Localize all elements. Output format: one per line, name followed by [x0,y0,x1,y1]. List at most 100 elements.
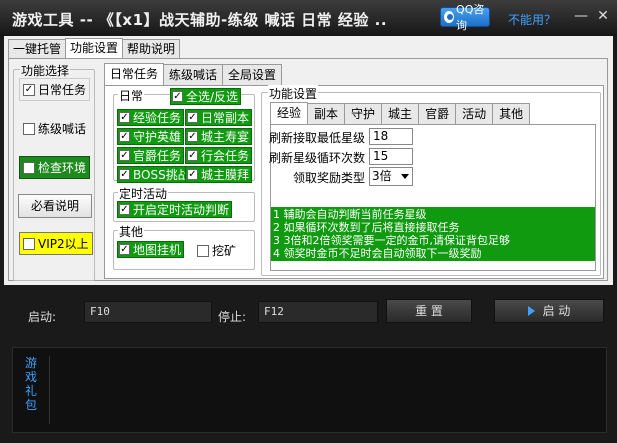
function-settings-group: 功能设置 经验 副本 守护 城主 官爵 活动 其他 刷新接取最低星级 18 刷新… [261,85,601,276]
checkbox-checked-icon: ✓ [119,150,130,161]
main-panel: 一键托管 功能设置 帮助说明 功能选择 ✓ 日常任务 练级喊话 检查环境 必看说… [4,36,613,285]
cant-use-link[interactable]: 不能用？ [508,11,556,28]
timed-activity-checkbox[interactable]: ✓ 开启定时活动判断 [117,201,233,218]
control-bar: 启动: F10 停止: F12 重 置 启 动 [0,296,617,336]
start-button[interactable]: 启 动 [494,299,604,323]
daily-task-label: 日常任务 [38,83,87,97]
function-select-legend: 功能选择 [20,62,71,79]
checkbox-checked-icon: ✓ [119,204,130,215]
qq-icon [444,11,455,23]
level-shout-checkbox[interactable]: 练级喊话 [19,117,90,140]
dig-label: 挖矿 [212,244,237,258]
task-lord-worship-label: 城主膜拜 [201,168,250,182]
check-env-checkbox[interactable]: 检查环境 [19,156,91,179]
tab-rank[interactable]: 官爵 [418,103,457,124]
tab-help[interactable]: 帮助说明 [122,39,181,58]
reset-button[interactable]: 重 置 [386,299,472,323]
select-all-label: 全选/反选 [186,90,239,104]
must-read-button[interactable]: 必看说明 [18,194,92,218]
vip-label: VIP2以上 [38,237,89,251]
task-exp-checkbox[interactable]: ✓ 经验任务 [117,109,185,126]
tab-guard[interactable]: 守护 [344,103,383,124]
tab-activity[interactable]: 活动 [455,103,494,124]
checkbox-empty-icon [197,244,209,257]
checkbox-checked-icon: ✓ [187,131,198,142]
task-daily-dungeon-checkbox[interactable]: ✓ 日常副本 [185,109,253,126]
daily-legend: 日常 [118,87,145,104]
qq-consult-button[interactable]: QQ咨询 [440,3,490,32]
tab-exp[interactable]: 经验 [270,102,309,125]
other-group: 其他 ✓ 地图挂机 挖矿 [113,223,255,270]
task-guild-label: 行会任务 [201,149,250,163]
task-lord-banquet-label: 城主寿宴 [201,130,250,144]
checkbox-checked-icon: ✓ [172,91,183,102]
note-line: 4 领奖时金币不足时会自动领取下一级奖励 [273,247,482,260]
window-title: 游戏工具 -- 《【x1】战天辅助-练级 喊话 日常 经验 .. [12,11,388,29]
tab-dungeon[interactable]: 副本 [307,103,346,124]
refresh-loop-label: 刷新星级循环次数 [269,151,366,165]
task-boss-checkbox[interactable]: ✓ BOSS挑战 [117,166,193,183]
task-lord-banquet-checkbox[interactable]: ✓ 城主寿宴 [185,128,253,145]
refresh-min-star-label: 刷新接取最低星级 [269,131,366,145]
function-tab-bar: 经验 副本 守护 城主 官爵 活动 其他 [270,102,531,126]
start-button-label: 启 动 [542,304,571,318]
task-rank-label: 官爵任务 [133,149,182,163]
task-daily-dungeon-label: 日常副本 [201,111,250,125]
gift-panel: 游戏礼包 [12,347,607,433]
task-exp-label: 经验任务 [133,111,182,125]
qq-consult-label: QQ咨询 [456,3,485,32]
start-hotkey-label: 启动: [28,310,57,324]
note-line: 2 如果循环次数到了后将直接接取任务 [273,221,460,234]
tab-lord[interactable]: 城主 [381,103,420,124]
timed-activity-group: 定时活动 ✓ 开启定时活动判断 [113,185,255,222]
task-boss-label: BOSS挑战 [133,168,190,182]
checkbox-empty-icon [23,237,35,250]
gift-divider [49,356,50,424]
daily-tasks-page: 日常 ✓ 全选/反选 ✓ 经验任务 ✓ 日常副本 ✓ 守护英雄 ✓ 城主寿宴 ✓… [104,85,604,279]
outer-tab-bar: 一键托管 功能设置 帮助说明 [8,38,181,59]
dig-checkbox[interactable]: 挖矿 [197,242,236,259]
game-gift-link[interactable]: 游戏礼包 [24,356,38,412]
vip-checkbox[interactable]: VIP2以上 [19,232,93,255]
refresh-min-star-input[interactable]: 18 [369,128,413,145]
title-bar: 游戏工具 -- 《【x1】战天辅助-练级 喊话 日常 经验 .. QQ咨询 不能… [0,0,617,36]
checkbox-empty-icon [23,122,35,135]
tab-one-click[interactable]: 一键托管 [8,39,67,58]
reward-type-label: 领取奖励类型 [293,171,366,185]
daily-task-checkbox[interactable]: ✓ 日常任务 [19,78,91,101]
tab-daily-tasks[interactable]: 日常任务 [104,63,165,86]
function-select-group: 功能选择 ✓ 日常任务 练级喊话 检查环境 必看说明 VIP2以上 [13,62,95,281]
level-shout-label: 练级喊话 [38,122,87,136]
check-env-label: 检查环境 [38,161,87,175]
function-settings-page: 功能选择 ✓ 日常任务 练级喊话 检查环境 必看说明 VIP2以上 日常任务 练… [8,58,608,281]
tab-function-settings[interactable]: 功能设置 [65,38,124,59]
start-hotkey-input[interactable]: F10 [84,301,212,323]
checkbox-checked-icon: ✓ [187,112,198,123]
tab-level-shout[interactable]: 练级喊话 [163,64,224,85]
tab-other[interactable]: 其他 [492,103,531,124]
exp-settings-page: 刷新接取最低星级 18 刷新星级循环次数 15 领取奖励类型 3倍 1 辅助会自… [269,124,596,271]
daily-group: 日常 ✓ 全选/反选 ✓ 经验任务 ✓ 日常副本 ✓ 守护英雄 ✓ 城主寿宴 ✓… [113,87,255,183]
tab-global-settings[interactable]: 全局设置 [222,64,283,85]
exp-notes: 1 辅助会自动判断当前任务星级 2 如果循环次数到了后将直接接取任务 3 3倍和… [271,207,595,261]
stop-hotkey-input[interactable]: F12 [258,301,378,323]
chevron-down-icon [401,174,409,179]
task-guild-checkbox[interactable]: ✓ 行会任务 [185,147,253,164]
map-hang-checkbox[interactable]: ✓ 地图挂机 [117,241,185,258]
checkbox-checked-icon: ✓ [119,131,130,142]
select-all-checkbox[interactable]: ✓ 全选/反选 [170,88,242,105]
checkbox-empty-icon [23,161,35,174]
inner-tab-bar: 日常任务 练级喊话 全局设置 [104,63,283,87]
play-icon [527,306,535,316]
note-line: 1 辅助会自动判断当前任务星级 [273,208,427,221]
close-button[interactable]: ✕ [592,6,614,26]
task-rank-checkbox[interactable]: ✓ 官爵任务 [117,147,185,164]
minimize-button[interactable]: — [570,6,592,26]
refresh-loop-input[interactable]: 15 [369,148,413,165]
reward-type-select[interactable]: 3倍 [369,167,413,186]
task-lord-worship-checkbox[interactable]: ✓ 城主膜拜 [185,166,253,183]
checkbox-checked-icon: ✓ [119,244,130,255]
function-settings-legend: 功能设置 [268,85,319,102]
checkbox-checked-icon: ✓ [119,169,130,180]
task-guard-hero-checkbox[interactable]: ✓ 守护英雄 [117,128,185,145]
